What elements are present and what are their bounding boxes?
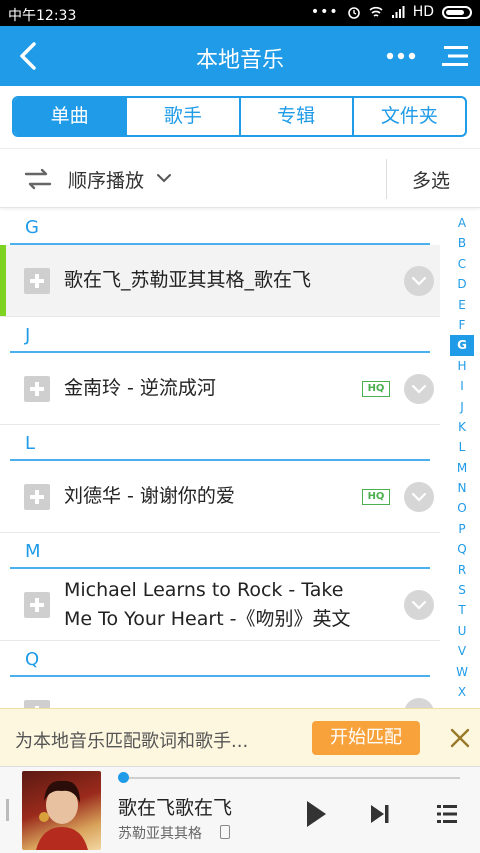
song-title: 金南玲 - 逆流成河	[64, 377, 216, 399]
song-title-line-2: Me To Your Heart -《吻别》英文	[64, 608, 351, 630]
index-letter[interactable]: I	[450, 376, 474, 396]
index-letter[interactable]: V	[450, 641, 474, 661]
drag-handle[interactable]	[6, 799, 9, 821]
tab-albums[interactable]: 专辑	[238, 98, 352, 135]
song-title: 歌在飞_苏勒亚其其格_歌在飞	[64, 269, 312, 291]
section-header: G	[0, 209, 440, 245]
index-letter[interactable]: D	[450, 274, 474, 294]
status-bar: 中午12:33 ••• HD	[0, 0, 480, 26]
song-row[interactable]: 刘德华 - 谢谢你的爱 HQ	[0, 461, 440, 533]
index-letter[interactable]: N	[450, 478, 474, 498]
more-dots-icon: •••	[310, 4, 339, 20]
toolbar-divider	[386, 159, 387, 199]
now-playing-marker	[0, 245, 6, 316]
play-order-icon[interactable]	[24, 167, 52, 191]
playlist-icon[interactable]	[436, 803, 458, 825]
mini-player[interactable]: 歌在飞歌在飞 苏勒亚其其格	[0, 766, 480, 853]
list-toolbar: 顺序播放 多选	[0, 148, 480, 208]
section-letter: Q	[25, 649, 40, 670]
song-row[interactable]: 歌在飞_苏勒亚其其格_歌在飞	[0, 245, 440, 317]
album-art-image	[36, 780, 88, 850]
match-prompt-banner: 为本地音乐匹配歌词和歌手... 开始匹配	[0, 708, 480, 766]
index-letter[interactable]: M	[450, 458, 474, 478]
song-title-line-1: Michael Learns to Rock - Take	[64, 579, 344, 601]
section-letter: G	[25, 217, 39, 238]
song-row[interactable]	[0, 677, 440, 709]
index-letter[interactable]: U	[450, 621, 474, 641]
battery-icon	[442, 5, 472, 19]
tab-songs[interactable]: 单曲	[14, 98, 126, 135]
tab-bar: 单曲 歌手 专辑 文件夹	[0, 86, 480, 148]
index-letter[interactable]: S	[450, 580, 474, 600]
network-label: HD	[412, 4, 434, 20]
play-icon[interactable]	[304, 799, 328, 829]
index-letter[interactable]: X	[450, 682, 474, 702]
start-match-button[interactable]: 开始匹配	[312, 721, 420, 755]
status-time: 中午12:33	[8, 8, 77, 24]
banner-text: 为本地音乐匹配歌词和歌手...	[15, 731, 249, 752]
section-header: J	[0, 317, 440, 353]
section-header: L	[0, 425, 440, 461]
next-track-icon[interactable]	[368, 802, 392, 826]
status-icons: ••• HD	[311, 4, 472, 20]
expand-icon[interactable]	[404, 482, 434, 512]
multi-select-button[interactable]: 多选	[412, 166, 450, 193]
more-options-icon[interactable]	[384, 42, 418, 70]
index-letter[interactable]: W	[450, 662, 474, 682]
index-letter[interactable]: G	[450, 335, 474, 356]
alphabet-index[interactable]: ABCDEFGHIJKLMNOPQRSTUVWX	[450, 213, 474, 702]
hq-badge: HQ	[362, 489, 390, 505]
album-art[interactable]	[22, 771, 101, 850]
signal-icon	[391, 6, 405, 18]
local-device-icon	[220, 825, 230, 839]
index-letter[interactable]: B	[450, 233, 474, 253]
index-letter[interactable]: P	[450, 519, 474, 539]
section-letter: M	[25, 541, 41, 562]
section-letter: L	[25, 433, 36, 454]
alarm-icon	[347, 7, 360, 19]
tab-artists[interactable]: 歌手	[125, 98, 238, 135]
section-header: M	[0, 533, 440, 569]
progress-thumb[interactable]	[118, 772, 129, 783]
song-row[interactable]: 金南玲 - 逆流成河 HQ	[0, 353, 440, 425]
add-icon[interactable]	[24, 268, 50, 294]
now-playing-title: 歌在飞歌在飞	[118, 797, 233, 819]
now-playing-artist: 苏勒亚其其格	[118, 826, 202, 842]
index-letter[interactable]: C	[450, 254, 474, 274]
close-icon[interactable]	[448, 726, 472, 750]
index-letter[interactable]: K	[450, 417, 474, 437]
section-letter: J	[25, 325, 31, 346]
index-letter[interactable]: J	[450, 397, 474, 417]
play-mode-dropdown[interactable]: 顺序播放	[68, 166, 144, 193]
wifi-icon	[369, 6, 383, 17]
app-header: 本地音乐	[0, 26, 480, 86]
index-letter[interactable]: F	[450, 315, 474, 335]
chevron-down-icon[interactable]	[156, 171, 172, 185]
expand-icon[interactable]	[404, 590, 434, 620]
section-header: Q	[0, 641, 440, 677]
segmented-tabs: 单曲 歌手 专辑 文件夹	[12, 96, 467, 137]
index-letter[interactable]: L	[450, 437, 474, 457]
hq-badge: HQ	[362, 381, 390, 397]
expand-icon[interactable]	[404, 374, 434, 404]
add-icon[interactable]	[24, 484, 50, 510]
index-letter[interactable]: O	[450, 498, 474, 518]
song-row[interactable]: Michael Learns to Rock - Take Me To Your…	[0, 569, 440, 641]
index-letter[interactable]: E	[450, 295, 474, 315]
expand-icon[interactable]	[404, 266, 434, 296]
tab-folders[interactable]: 文件夹	[351, 98, 465, 135]
progress-track[interactable]	[122, 777, 460, 779]
index-letter[interactable]: Q	[450, 539, 474, 559]
index-letter[interactable]: H	[450, 356, 474, 376]
index-letter[interactable]: A	[450, 213, 474, 233]
song-list[interactable]: G 歌在飞_苏勒亚其其格_歌在飞 J 金南玲 - 逆流成河 HQ L 刘德华 -…	[0, 209, 440, 709]
add-icon[interactable]	[24, 376, 50, 402]
add-icon[interactable]	[24, 592, 50, 618]
song-title: 刘德华 - 谢谢你的爱	[64, 485, 235, 507]
index-letter[interactable]: R	[450, 560, 474, 580]
index-letter[interactable]: T	[450, 600, 474, 620]
menu-icon[interactable]	[440, 42, 470, 70]
